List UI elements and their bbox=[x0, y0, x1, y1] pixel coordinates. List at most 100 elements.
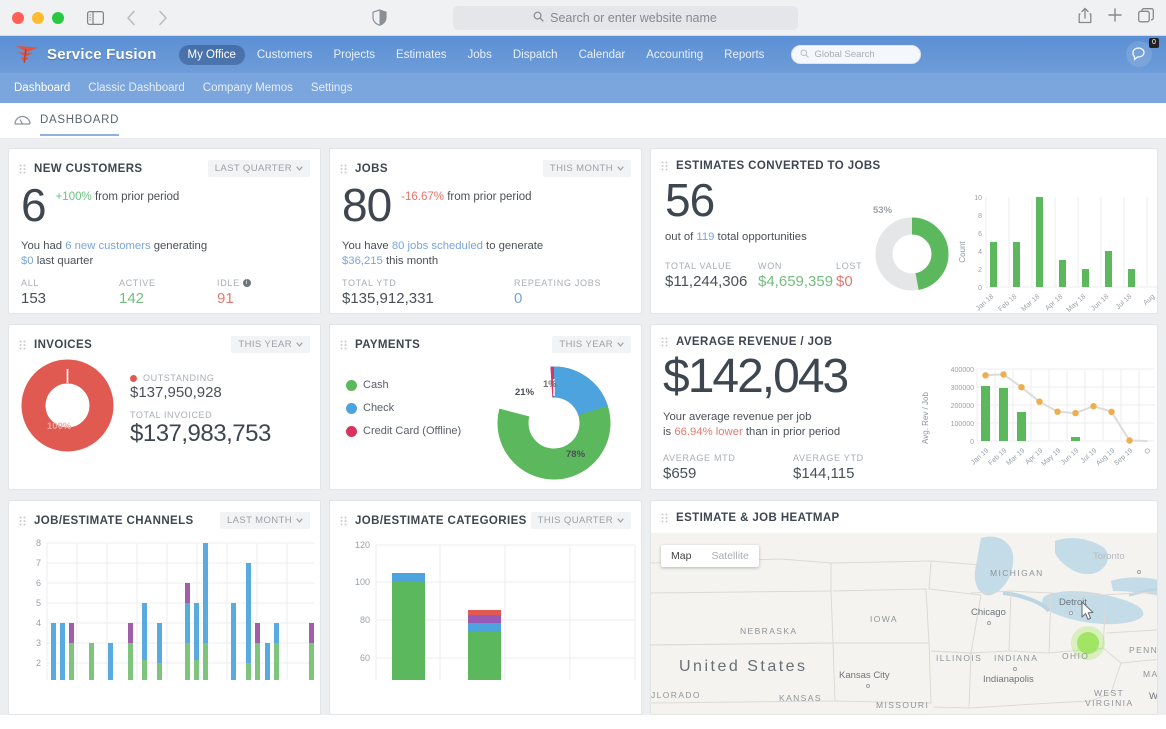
svg-text:May 18: May 18 bbox=[1066, 293, 1088, 314]
drag-handle-icon[interactable] bbox=[19, 340, 26, 350]
sentence-link-customers[interactable]: 6 new customers bbox=[65, 240, 150, 252]
donut-label-cash: 78% bbox=[566, 449, 586, 460]
estimates-subtitle: out of 119 total opportunities bbox=[653, 230, 875, 245]
info-icon[interactable]: i bbox=[242, 279, 251, 287]
map-type-control[interactable]: Map Satellite bbox=[661, 545, 759, 567]
tabs-icon[interactable] bbox=[1138, 7, 1154, 28]
forward-arrow-icon[interactable] bbox=[150, 5, 176, 31]
privacy-shield-icon[interactable] bbox=[372, 9, 387, 31]
window-controls[interactable] bbox=[12, 11, 64, 24]
dashboard-icon bbox=[14, 113, 31, 131]
close-window-button[interactable] bbox=[12, 11, 24, 24]
svg-text:2: 2 bbox=[978, 267, 982, 274]
stat-value: $135,912,331 bbox=[342, 290, 434, 307]
main-navigation: My Office Customers Projects Estimates J… bbox=[178, 44, 774, 65]
nav-item-accounting[interactable]: Accounting bbox=[637, 45, 712, 65]
legend-item-cash[interactable]: Cash bbox=[346, 379, 496, 391]
notifications-button[interactable]: 0 bbox=[1126, 38, 1159, 69]
svg-text:8: 8 bbox=[36, 538, 41, 548]
stat-value: $659 bbox=[663, 465, 697, 482]
legend-label: Check bbox=[363, 402, 395, 414]
svg-text:0: 0 bbox=[970, 439, 974, 446]
share-icon[interactable] bbox=[1078, 7, 1092, 29]
global-search-input[interactable]: Global Search bbox=[791, 45, 922, 64]
jobs-stats: TOTAL YTD $135,912,331 REPEATING JOBS 0 bbox=[330, 278, 641, 307]
nav-item-customers[interactable]: Customers bbox=[248, 45, 322, 65]
drag-handle-icon[interactable] bbox=[19, 164, 26, 174]
brand-logo[interactable]: Service Fusion bbox=[14, 44, 157, 66]
stat-average-ytd: AVERAGE YTD $144,115 bbox=[793, 453, 891, 482]
period-selector-payments[interactable]: THIS YEAR bbox=[552, 336, 631, 353]
legend-item-credit-card[interactable]: Credit Card (Offline) bbox=[346, 425, 496, 437]
minimize-window-button[interactable] bbox=[32, 11, 44, 24]
svg-text:Aug 19: Aug 19 bbox=[1095, 447, 1116, 467]
sub-navigation: Dashboard Classic Dashboard Company Memo… bbox=[0, 73, 1166, 103]
drag-handle-icon[interactable] bbox=[340, 164, 347, 174]
subnav-item-classic-dashboard[interactable]: Classic Dashboard bbox=[88, 82, 185, 94]
nav-item-my-office[interactable]: My Office bbox=[178, 44, 245, 65]
period-selector-categories[interactable]: THIS QUARTER bbox=[530, 512, 631, 529]
drag-handle-icon[interactable] bbox=[661, 161, 668, 171]
subnav-item-company-memos[interactable]: Company Memos bbox=[203, 82, 293, 94]
subtitle-link[interactable]: 119 bbox=[696, 231, 714, 243]
legend-color-swatch bbox=[346, 425, 357, 437]
invoices-legend-outstanding: OUTSTANDING bbox=[130, 373, 271, 383]
legend-item-check[interactable]: Check bbox=[346, 402, 496, 414]
estimates-bar-chart: Count 10 8 6 4 2 0 Jan 18 Feb 18 Mar 18 … bbox=[949, 172, 1157, 314]
sentence-link-jobs[interactable]: 80 jobs scheduled bbox=[392, 240, 483, 252]
global-search-placeholder: Global Search bbox=[814, 49, 875, 60]
donut-label-percent: 100% bbox=[47, 421, 72, 432]
stat-value: $0 bbox=[836, 272, 853, 290]
nav-item-jobs[interactable]: Jobs bbox=[459, 45, 501, 65]
delta-value: +100% bbox=[55, 191, 92, 203]
svg-text:Jun 19: Jun 19 bbox=[1060, 447, 1080, 466]
sidebar-icon[interactable] bbox=[82, 5, 108, 31]
drag-handle-icon[interactable] bbox=[19, 516, 26, 526]
map-type-satellite-button[interactable]: Satellite bbox=[701, 545, 758, 567]
sentence-link-amount[interactable]: $0 bbox=[21, 255, 34, 267]
svg-text:6: 6 bbox=[36, 578, 41, 588]
plus-icon[interactable] bbox=[1108, 8, 1122, 27]
svg-text:Feb 18: Feb 18 bbox=[997, 293, 1018, 313]
map-canvas[interactable]: United States MICHIGAN Toronto Detroit C… bbox=[651, 533, 1157, 714]
period-selector-channels[interactable]: LAST MONTH bbox=[219, 512, 310, 529]
brand-name: Service Fusion bbox=[47, 46, 157, 63]
svg-text:Jan 19: Jan 19 bbox=[970, 447, 990, 466]
address-bar[interactable]: Search or enter website name bbox=[452, 5, 798, 30]
card-average-revenue: AVERAGE REVENUE / JOB $142,043 Your aver… bbox=[650, 324, 1158, 490]
nav-item-reports[interactable]: Reports bbox=[715, 45, 773, 65]
svg-text:400000: 400000 bbox=[951, 367, 974, 374]
period-selector-jobs[interactable]: THIS MONTH bbox=[542, 160, 631, 177]
sentence-line2-pre: is bbox=[663, 425, 675, 438]
svg-text:60: 60 bbox=[360, 653, 370, 663]
sentence-mid: to generate bbox=[482, 240, 544, 252]
stat-value: 0 bbox=[514, 290, 523, 307]
subnav-item-settings[interactable]: Settings bbox=[311, 82, 353, 94]
nav-item-dispatch[interactable]: Dispatch bbox=[504, 45, 567, 65]
nav-item-projects[interactable]: Projects bbox=[324, 45, 384, 65]
period-label: THIS YEAR bbox=[559, 339, 613, 350]
maximize-window-button[interactable] bbox=[52, 11, 64, 24]
stat-value: 91 bbox=[217, 290, 234, 307]
sentence-pre: You had bbox=[21, 240, 66, 252]
dashboard-grid: NEW CUSTOMERS LAST QUARTER 6 +100% from … bbox=[0, 139, 1166, 715]
jobs-sentence: You have 80 jobs scheduled to generate $… bbox=[330, 239, 641, 268]
sentence-link-amount[interactable]: $36,215 bbox=[342, 255, 383, 267]
estimates-donut-chart: 53% 47% bbox=[873, 172, 949, 313]
period-selector-invoices[interactable]: THIS YEAR bbox=[231, 336, 310, 353]
search-icon bbox=[800, 48, 810, 61]
period-selector-new-customers[interactable]: LAST QUARTER bbox=[207, 160, 310, 177]
delta-value: -16.67% bbox=[401, 191, 445, 203]
subnav-item-dashboard[interactable]: Dashboard bbox=[14, 82, 70, 94]
drag-handle-icon[interactable] bbox=[661, 337, 668, 347]
svg-text:Apr 18: Apr 18 bbox=[1044, 293, 1064, 312]
map-type-map-button[interactable]: Map bbox=[661, 545, 701, 567]
nav-item-estimates[interactable]: Estimates bbox=[387, 45, 456, 65]
drag-handle-icon[interactable] bbox=[340, 340, 347, 350]
search-icon bbox=[533, 11, 544, 25]
jobs-delta: -16.67% from prior period bbox=[401, 191, 531, 203]
drag-handle-icon[interactable] bbox=[661, 513, 668, 523]
back-arrow-icon[interactable] bbox=[118, 5, 144, 31]
drag-handle-icon[interactable] bbox=[340, 516, 347, 526]
nav-item-calendar[interactable]: Calendar bbox=[570, 45, 635, 65]
